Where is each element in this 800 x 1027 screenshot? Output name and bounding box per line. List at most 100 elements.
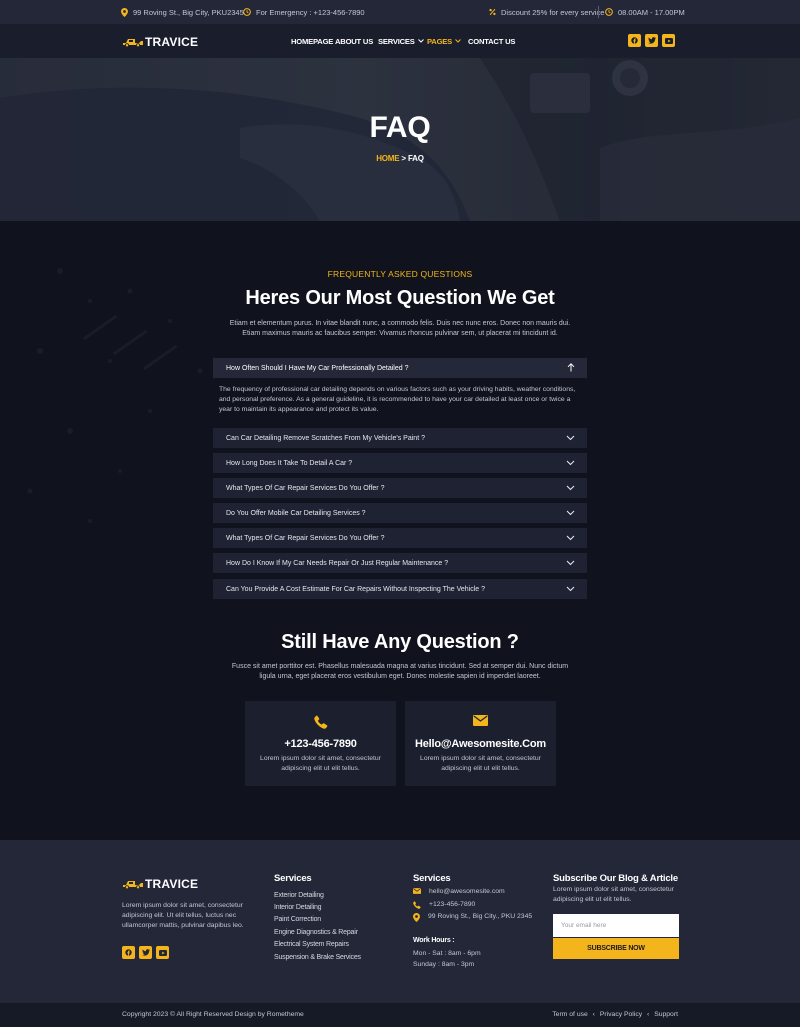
tow-truck-icon: [123, 39, 143, 47]
envelope-icon: [413, 888, 421, 894]
site-footer: TRAVICE Lorem ipsum dolor sit amet, cons…: [0, 840, 800, 1003]
youtube-button[interactable]: [662, 34, 675, 47]
footer-subscribe-title: Subscribe Our Blog & Article: [553, 873, 678, 884]
footer-phone[interactable]: +123-456-7890: [413, 900, 475, 910]
footer-hours-weekday: Mon - Sat : 8am - 6pm: [413, 950, 481, 957]
contact-card-email[interactable]: Hello@Awesomesite.Com Lorem ipsum dolor …: [405, 701, 556, 786]
footer-facebook-button[interactable]: [122, 946, 135, 959]
support-link[interactable]: Support: [654, 1011, 678, 1018]
footer-phone-text: +123-456-7890: [429, 901, 476, 908]
faq-lead-text: Etiam et elementum purus. In vitae bland…: [229, 320, 571, 337]
arrow-up-icon: [567, 363, 575, 372]
link-separator: ‹: [647, 1011, 650, 1018]
brand-logo[interactable]: TRAVICE: [122, 35, 198, 49]
footer-service-link[interactable]: Exterior Detailing: [274, 892, 324, 899]
emergency-info: For Emergency : +123-456-7890: [243, 0, 365, 24]
facebook-icon: [125, 949, 132, 956]
discount-info: Discount 25% for every service: [489, 0, 604, 24]
clock-icon: [243, 8, 251, 16]
subscribe-button[interactable]: SUBSCRIBE NOW: [553, 938, 679, 959]
envelope-icon: [473, 715, 488, 726]
legal-links: Term of use ‹ Privacy Policy ‹ Support: [552, 1011, 678, 1018]
footer-address: 99 Roving St., Big City., PKU 2345: [413, 912, 533, 922]
footer-about-text: Lorem ipsum dolor sit amet, consectetur …: [122, 902, 244, 929]
discount-text: Discount 25% for every service: [501, 7, 605, 17]
faq-question-2[interactable]: Can Car Detailing Remove Scratches From …: [213, 428, 587, 448]
envelope-icon-wrap: [405, 715, 556, 726]
hours-info: 08.00AM - 17.00PM: [605, 0, 685, 24]
facebook-icon: [631, 37, 638, 44]
chevron-down-icon: [566, 586, 575, 592]
footer-service-link[interactable]: Engine Diagnostics & Repair: [274, 929, 358, 936]
footer-youtube-button[interactable]: [156, 946, 169, 959]
percent-icon: [489, 8, 496, 16]
breadcrumb-home-link[interactable]: HOME: [376, 154, 399, 163]
footer-service-link[interactable]: Interior Detailing: [274, 904, 322, 911]
phone-icon: [413, 901, 421, 909]
still-question-lead: Fusce sit amet porttitor est. Phasellus …: [231, 663, 569, 680]
main-navbar: TRAVICE HOMEPAGE ABOUT US SERVICES PAGES…: [0, 24, 800, 58]
faq-question-7[interactable]: How Do I Know If My Car Needs Repair Or …: [213, 553, 587, 573]
page-hero-banner: FAQ HOME > FAQ: [0, 58, 800, 221]
footer-twitter-button[interactable]: [139, 946, 152, 959]
chevron-down-icon: [566, 485, 575, 491]
faq-question-1[interactable]: How Often Should I Have My Car Professio…: [213, 358, 587, 378]
map-pin-icon: [413, 913, 420, 922]
nav-item-about[interactable]: ABOUT US: [335, 37, 373, 46]
nav-item-pages[interactable]: PAGES: [427, 37, 461, 46]
chevron-down-icon: [566, 435, 575, 441]
twitter-button[interactable]: [645, 34, 658, 47]
faq-question-text: Do You Offer Mobile Car Detailing Servic…: [226, 509, 366, 517]
footer-brand-logo[interactable]: TRAVICE: [122, 877, 198, 891]
brand-name: TRAVICE: [145, 35, 199, 49]
link-separator: ‹: [592, 1011, 595, 1018]
footer-service-link[interactable]: Electrical System Repairs: [274, 941, 349, 948]
tow-truck-icon: [123, 881, 143, 889]
address-info: 99 Roving St., Big City, PKU2345: [121, 0, 244, 24]
terms-link[interactable]: Term of use: [552, 1011, 588, 1018]
faq-section: FREQUENTLY ASKED QUESTIONS Heres Our Mos…: [0, 221, 800, 840]
contact-phone-desc: Lorem ipsum dolor sit amet, consectetur …: [260, 755, 381, 772]
clock-icon: [605, 8, 613, 16]
contact-email-address: Hello@Awesomesite.Com: [414, 738, 547, 750]
footer-email[interactable]: hello@awesomesite.com: [413, 887, 505, 897]
faq-question-3[interactable]: How Long Does It Take To Detail A Car ?: [213, 453, 587, 473]
chevron-down-icon: [417, 39, 424, 43]
breadcrumb-separator: >: [401, 154, 406, 163]
facebook-button[interactable]: [628, 34, 641, 47]
footer-brand-name: TRAVICE: [145, 877, 199, 891]
faq-question-4[interactable]: What Types Of Car Repair Services Do You…: [213, 478, 587, 498]
faq-eyebrow: FREQUENTLY ASKED QUESTIONS: [327, 269, 473, 279]
hours-text: 08.00AM - 17.00PM: [618, 7, 685, 17]
youtube-icon: [158, 949, 167, 956]
faq-question-5[interactable]: Do You Offer Mobile Car Detailing Servic…: [213, 503, 587, 523]
footer-service-link[interactable]: Paint Correction: [274, 916, 321, 923]
footer-email-text: hello@awesomesite.com: [429, 888, 505, 895]
faq-question-text: Can Car Detailing Remove Scratches From …: [226, 434, 425, 442]
faq-question-6[interactable]: What Types Of Car Repair Services Do You…: [213, 528, 587, 548]
faq-question-8[interactable]: Can You Provide A Cost Estimate For Car …: [213, 579, 587, 599]
faq-question-text: How Often Should I Have My Car Professio…: [226, 364, 409, 372]
privacy-link[interactable]: Privacy Policy: [600, 1011, 642, 1018]
chevron-down-icon: [566, 510, 575, 516]
footer-service-link[interactable]: Suspension & Brake Services: [274, 954, 361, 961]
map-pin-icon: [121, 7, 128, 17]
nav-item-pages-label: PAGES: [427, 36, 453, 46]
nav-item-homepage[interactable]: HOMEPAGE: [291, 37, 333, 46]
footer-hours-title: Work Hours :: [413, 937, 455, 944]
twitter-icon: [141, 949, 150, 956]
breadcrumb-current: FAQ: [407, 154, 424, 163]
topbar-divider: [598, 6, 599, 18]
subscribe-email-input[interactable]: [553, 914, 679, 937]
faq-question-text: Can You Provide A Cost Estimate For Car …: [226, 585, 486, 593]
faq-question-text: What Types Of Car Repair Services Do You…: [226, 534, 385, 542]
nav-item-services[interactable]: SERVICES: [378, 37, 424, 46]
footer-hours-sunday: Sunday : 8am - 3pm: [413, 961, 475, 968]
youtube-icon: [664, 37, 673, 44]
emergency-text: For Emergency : +123-456-7890: [256, 7, 365, 17]
copyright-text: Copyright 2023 © All Right Reserved Desi…: [122, 1011, 304, 1018]
contact-card-phone[interactable]: +123-456-7890 Lorem ipsum dolor sit amet…: [245, 701, 396, 786]
chevron-down-icon: [566, 460, 575, 466]
page-title: FAQ: [369, 111, 431, 144]
nav-item-contact[interactable]: CONTACT US: [468, 37, 515, 46]
